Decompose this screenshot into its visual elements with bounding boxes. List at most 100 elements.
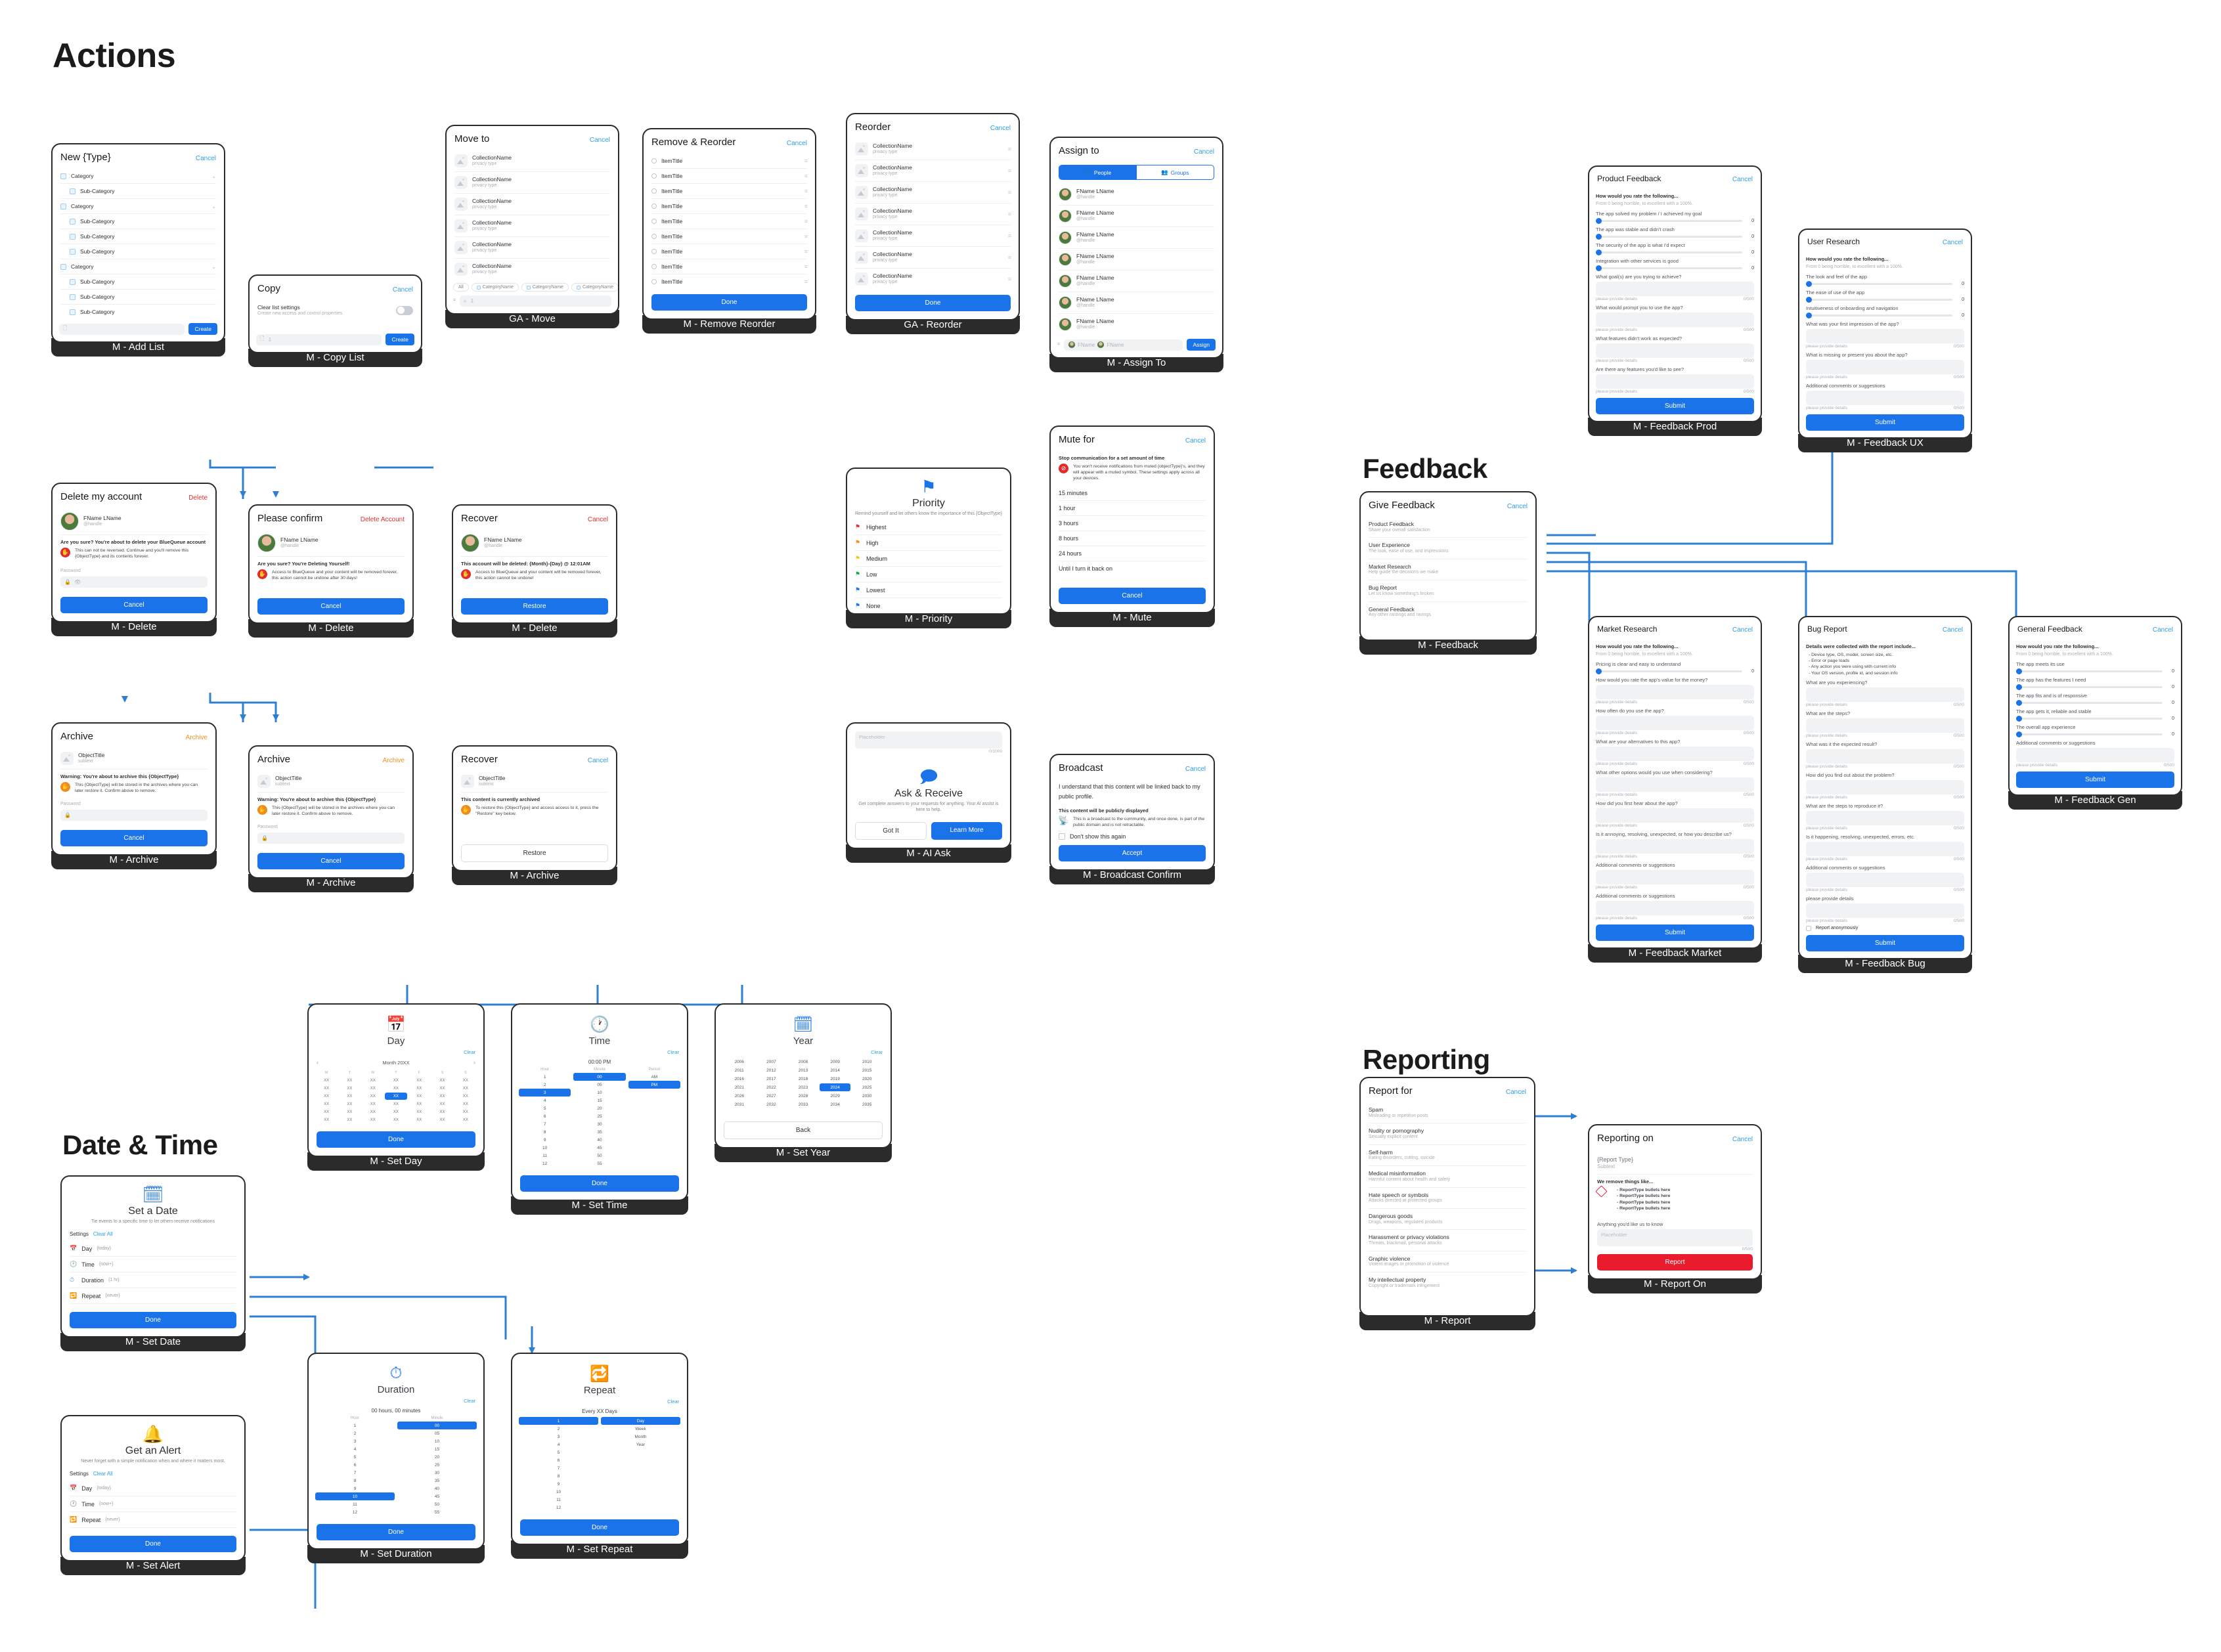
- priority-option[interactable]: ⚑ Medium: [855, 551, 1002, 567]
- list-item[interactable]: ItemTitle ≡: [651, 229, 808, 244]
- list-item[interactable]: User Experience The look, ease of use, a…: [1369, 538, 1528, 559]
- cancel-button[interactable]: Cancel: [257, 853, 405, 870]
- duration-cell[interactable]: 25: [397, 1461, 477, 1469]
- list-item[interactable]: CollectionName privacy type ≡: [855, 225, 1011, 247]
- duration-cell[interactable]: 3: [315, 1437, 395, 1445]
- duration-cell[interactable]: 45: [397, 1492, 477, 1500]
- clear-link[interactable]: Clear: [512, 1048, 687, 1058]
- slider-knob[interactable]: [1806, 296, 1812, 303]
- list-item[interactable]: Sub-Category: [60, 214, 216, 229]
- category-chip[interactable]: All: [453, 283, 469, 292]
- year-cell[interactable]: 2016: [724, 1075, 755, 1083]
- create-button[interactable]: Create: [188, 323, 217, 335]
- duration-cell[interactable]: 30: [397, 1469, 477, 1477]
- list-item[interactable]: CollectionName privacy type: [454, 259, 610, 280]
- list-item[interactable]: FName LName @handle: [1059, 206, 1214, 227]
- drag-handle-icon[interactable]: ≡: [804, 218, 808, 225]
- slider-knob[interactable]: [1596, 217, 1602, 224]
- year-cell[interactable]: 2028: [787, 1092, 819, 1100]
- priority-option[interactable]: ⚑ High: [855, 535, 1002, 552]
- repeat-num-cell[interactable]: 11: [519, 1496, 598, 1504]
- chevron-down-icon[interactable]: ⌄: [211, 264, 216, 270]
- duration-cell[interactable]: 50: [397, 1500, 477, 1508]
- day-cell[interactable]: XX: [408, 1116, 430, 1123]
- cancel-link[interactable]: Cancel: [393, 286, 413, 293]
- year-cell[interactable]: 2012: [756, 1066, 787, 1074]
- day-cell[interactable]: XX: [315, 1116, 338, 1123]
- archive-link[interactable]: Archive: [186, 734, 208, 741]
- day-cell[interactable]: XX: [338, 1085, 361, 1092]
- year-cell[interactable]: 2035: [851, 1100, 883, 1108]
- day-cell[interactable]: XX: [362, 1108, 384, 1116]
- mute-option[interactable]: 3 hours: [1059, 516, 1206, 531]
- year-cell[interactable]: 2010: [851, 1058, 883, 1066]
- list-item[interactable]: Nudity or pornography Sexually explicit …: [1369, 1123, 1526, 1145]
- slider-knob[interactable]: [1596, 668, 1602, 674]
- password-input[interactable]: 🔒 👁: [60, 576, 208, 588]
- slider-knob[interactable]: [1806, 312, 1812, 318]
- list-item[interactable]: Dangerous goods Drugs, weapons, regulate…: [1369, 1209, 1526, 1230]
- slider-track[interactable]: [1596, 217, 1742, 224]
- list-item[interactable]: FName LName @handle: [1059, 249, 1214, 271]
- checkbox-icon[interactable]: [70, 309, 76, 315]
- cancel-link[interactable]: Cancel: [1732, 1136, 1753, 1143]
- list-item[interactable]: Sub-Category: [60, 274, 216, 290]
- list-item[interactable]: ItemTitle ≡: [651, 259, 808, 274]
- day-cell[interactable]: XX: [362, 1085, 384, 1092]
- list-item[interactable]: Medical misinformation Harmful content a…: [1369, 1166, 1526, 1188]
- details-textarea[interactable]: Placeholder: [1597, 1228, 1753, 1246]
- restore-button[interactable]: Restore: [461, 844, 608, 863]
- list-item[interactable]: Category ⌄: [60, 199, 216, 214]
- mute-option[interactable]: 15 minutes: [1059, 486, 1206, 501]
- setting-row[interactable]: ⏱ Duration {1 hr}: [70, 1272, 236, 1289]
- slider-track[interactable]: [2016, 684, 2163, 690]
- setting-row[interactable]: 🕐 Time {now+}: [70, 1496, 236, 1513]
- day-cell[interactable]: XX: [408, 1077, 430, 1084]
- list-item[interactable]: Category ⌄: [60, 259, 216, 274]
- duration-cell[interactable]: 10: [315, 1492, 395, 1500]
- checkbox-icon[interactable]: [1806, 925, 1811, 931]
- slider-track[interactable]: [1806, 280, 1952, 287]
- slider-track[interactable]: [2016, 699, 2163, 706]
- eye-icon[interactable]: 👁: [74, 579, 81, 585]
- drag-handle-icon[interactable]: ≡: [804, 203, 808, 209]
- day-cell[interactable]: XX: [431, 1093, 453, 1100]
- day-cell[interactable]: XX: [315, 1077, 338, 1084]
- duration-cell[interactable]: 35: [397, 1477, 477, 1485]
- repeat-num-cell[interactable]: 7: [519, 1464, 598, 1472]
- duration-cell[interactable]: 4: [315, 1445, 395, 1453]
- year-cell[interactable]: 2020: [851, 1075, 883, 1083]
- cancel-link[interactable]: Cancel: [590, 137, 610, 144]
- time-cell[interactable]: 20: [573, 1104, 625, 1112]
- answer-textarea[interactable]: [1806, 810, 1964, 825]
- drag-handle-icon[interactable]: ≡: [804, 158, 808, 164]
- day-cell[interactable]: XX: [315, 1100, 338, 1108]
- back-button[interactable]: Back: [724, 1121, 883, 1139]
- day-cell[interactable]: XX: [454, 1085, 477, 1092]
- time-cell[interactable]: 35: [573, 1128, 625, 1136]
- day-cell[interactable]: XX: [408, 1108, 430, 1116]
- drag-handle-icon[interactable]: ≡: [1008, 254, 1011, 261]
- checkbox-icon[interactable]: [1059, 833, 1065, 840]
- slider-track[interactable]: [2016, 668, 2163, 674]
- drag-handle-icon[interactable]: ≡: [1008, 189, 1011, 196]
- day-cell[interactable]: XX: [385, 1108, 407, 1116]
- time-cell[interactable]: 7: [519, 1120, 571, 1128]
- answer-textarea[interactable]: [1596, 808, 1754, 823]
- checkbox-icon[interactable]: [70, 248, 76, 255]
- day-cell[interactable]: XX: [385, 1100, 407, 1108]
- time-cell[interactable]: 1: [519, 1073, 571, 1081]
- list-item[interactable]: Spam Misleading or repetitive posts: [1369, 1102, 1526, 1124]
- submit-button[interactable]: Submit: [1806, 934, 1964, 951]
- list-item[interactable]: Market Research Help guide the decisions…: [1369, 559, 1528, 581]
- cancel-link[interactable]: Cancel: [1506, 1089, 1526, 1096]
- mic-icon[interactable]: ⇩: [267, 337, 272, 343]
- radio-icon[interactable]: [651, 204, 657, 209]
- answer-textarea[interactable]: [1596, 281, 1754, 296]
- repeat-num-cell[interactable]: 4: [519, 1441, 598, 1448]
- day-cell[interactable]: XX: [384, 1093, 408, 1100]
- time-cell[interactable]: 9: [519, 1136, 571, 1144]
- list-item[interactable]: My intellectual property Copyright or tr…: [1369, 1272, 1526, 1293]
- day-cell[interactable]: XX: [338, 1093, 361, 1100]
- list-item[interactable]: General Feedback Any other rantings and …: [1369, 602, 1528, 622]
